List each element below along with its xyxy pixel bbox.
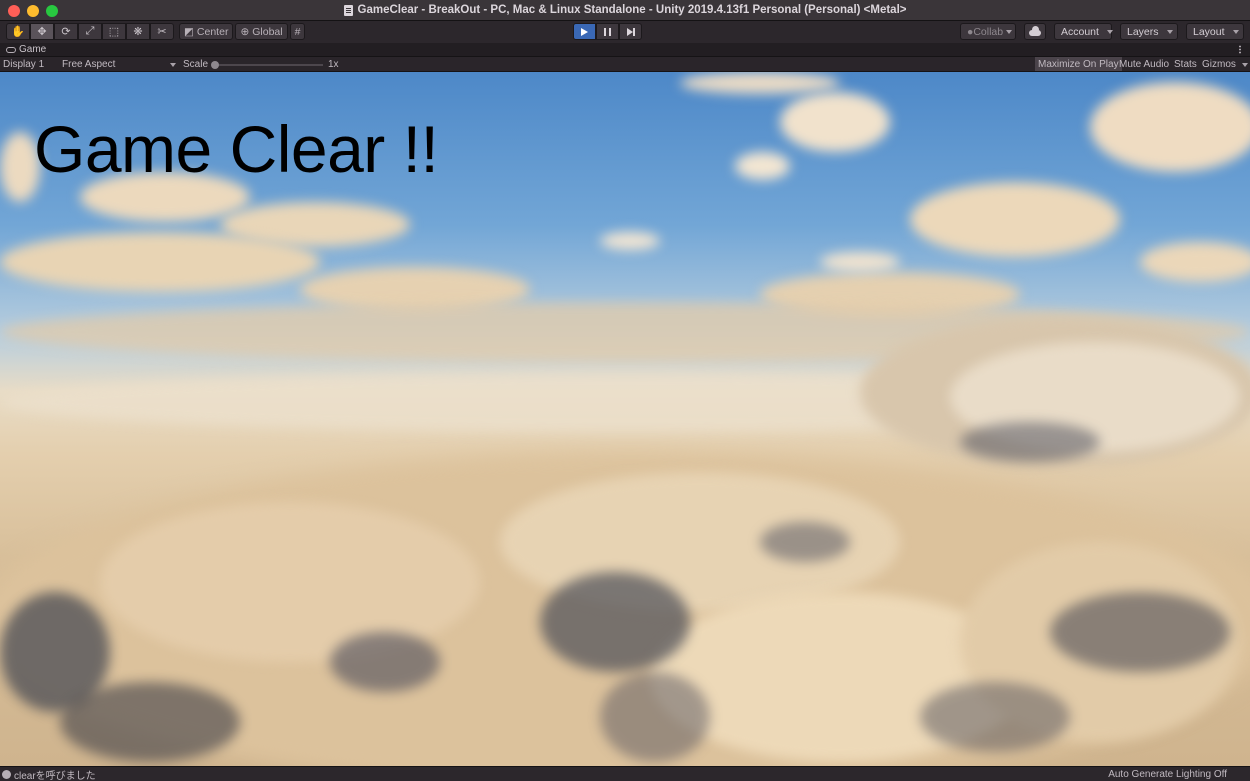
custom-tool-icon[interactable]: ✂ (150, 23, 174, 40)
hand-tool-icon[interactable]: ✋ (6, 23, 30, 40)
cloud-shadow (330, 632, 440, 692)
gizmos-dropdown[interactable]: Gizmos (1202, 58, 1248, 71)
display-dropdown[interactable]: Display 1 (3, 58, 44, 71)
lighting-status: Auto Generate Lighting Off (1108, 768, 1227, 780)
gizmos-label: Gizmos (1202, 59, 1236, 70)
scale-slider-track[interactable] (213, 64, 323, 66)
console-info-icon (2, 769, 11, 779)
layers-dropdown[interactable]: Layers (1120, 23, 1178, 40)
minimize-window-button[interactable] (27, 5, 39, 17)
main-toolbar: ✋ ✥ ⟳ ⤢ ⬚ ❋ ✂ ◩ Center ⊕ Global # ● Coll… (0, 21, 1250, 43)
transform-tools: ✋ ✥ ⟳ ⤢ ⬚ ❋ ✂ (6, 23, 174, 40)
cloud-shadow (60, 682, 240, 762)
gamepad-icon (6, 46, 16, 53)
chevron-down-icon (1106, 29, 1113, 34)
tab-game-label: Game (19, 44, 47, 55)
close-window-button[interactable] (8, 5, 20, 17)
sky-cloud (820, 252, 900, 272)
sky-cloud (0, 232, 320, 292)
rotate-tool-icon[interactable]: ⟳ (54, 23, 78, 40)
collab-dropdown[interactable]: ● Collab (960, 23, 1016, 40)
toolbar-right: ● Collab Account Layers Layout (960, 23, 1244, 40)
move-tool-icon[interactable]: ✥ (30, 23, 54, 40)
cloud-shadow (600, 672, 710, 762)
more-options-icon[interactable] (1239, 45, 1241, 54)
pivot-center-button[interactable]: ◩ Center (179, 23, 234, 40)
scale-value: 1x (328, 59, 339, 70)
layout-label: Layout (1193, 25, 1225, 38)
step-button[interactable] (619, 23, 642, 40)
maximize-window-button[interactable] (46, 5, 58, 17)
aspect-label: Free Aspect (62, 59, 116, 70)
cloud-shadow (540, 572, 690, 672)
tab-game[interactable]: Game (0, 44, 46, 55)
window-title-area: GameClear - BreakOut - PC, Mac & Linux S… (343, 4, 907, 16)
aspect-dropdown[interactable]: Free Aspect (62, 58, 176, 71)
play-button[interactable] (573, 23, 596, 40)
scale-slider-handle[interactable] (211, 61, 219, 69)
display-label: Display 1 (3, 59, 45, 70)
globe-icon: ⊕ (240, 25, 250, 38)
cloud-sea (100, 502, 480, 662)
chevron-down-icon (1232, 29, 1239, 34)
pause-icon (604, 27, 611, 36)
layers-label: Layers (1127, 25, 1159, 38)
document-icon (343, 4, 353, 16)
game-clear-text: Game Clear !! (34, 112, 439, 186)
chevron-down-icon (1166, 29, 1173, 34)
account-dropdown[interactable]: Account (1054, 23, 1113, 40)
window-title: GameClear - BreakOut - PC, Mac & Linux S… (357, 4, 907, 16)
console-message[interactable]: clearを呼びました (14, 767, 96, 781)
maximize-on-play-toggle[interactable]: Maximize On Play (1035, 57, 1122, 71)
status-bar: clearを呼びました Auto Generate Lighting Off (0, 766, 1250, 781)
cloud-shadow (760, 522, 850, 562)
sky-cloud (600, 232, 660, 250)
sky-cloud (1140, 242, 1250, 282)
cloud-shadow (1050, 592, 1230, 672)
cloud-shadow (920, 682, 1070, 752)
play-icon (581, 27, 588, 36)
pause-button[interactable] (596, 23, 619, 40)
window-controls (8, 5, 58, 17)
chevron-down-icon (1006, 29, 1013, 34)
game-viewport[interactable]: Game Clear !! (0, 72, 1250, 766)
layout-dropdown[interactable]: Layout (1186, 23, 1244, 40)
mute-audio-toggle[interactable]: Mute Audio (1119, 58, 1169, 71)
collab-label: Collab (973, 25, 1004, 38)
title-bar: GameClear - BreakOut - PC, Mac & Linux S… (0, 0, 1250, 21)
game-tab-bar: Game (0, 43, 1250, 57)
scale-label: Scale (183, 59, 209, 70)
sky-cloud (910, 182, 1120, 257)
rect-tool-icon[interactable]: ⬚ (102, 23, 126, 40)
grid-snap-button[interactable]: # (289, 23, 306, 40)
cloud-services-button[interactable] (1024, 23, 1046, 40)
grid-icon: # (294, 25, 301, 38)
chevron-down-icon (1241, 62, 1248, 67)
sky-cloud (680, 72, 840, 94)
chevron-down-icon (170, 62, 176, 67)
step-icon (626, 27, 635, 36)
pivot-controls: ◩ Center ⊕ Global # (179, 23, 306, 40)
sky-cloud (735, 152, 790, 180)
game-view-toolbar: Display 1 Free Aspect Scale 1x Maximize … (0, 57, 1250, 72)
cloud-icon (1029, 25, 1041, 36)
cloud-shadow (960, 422, 1100, 462)
pivot-icon: ◩ (184, 25, 194, 38)
scale-tool-icon[interactable]: ⤢ (78, 23, 102, 40)
play-controls (573, 23, 642, 40)
sky-cloud (1090, 82, 1250, 172)
space-label: Global (252, 25, 283, 38)
stats-toggle[interactable]: Stats (1174, 58, 1197, 71)
pivot-global-button[interactable]: ⊕ Global (235, 23, 288, 40)
sky-cloud (780, 92, 890, 152)
pivot-label: Center (196, 25, 229, 38)
transform-tool-icon[interactable]: ❋ (126, 23, 150, 40)
account-label: Account (1061, 25, 1099, 38)
